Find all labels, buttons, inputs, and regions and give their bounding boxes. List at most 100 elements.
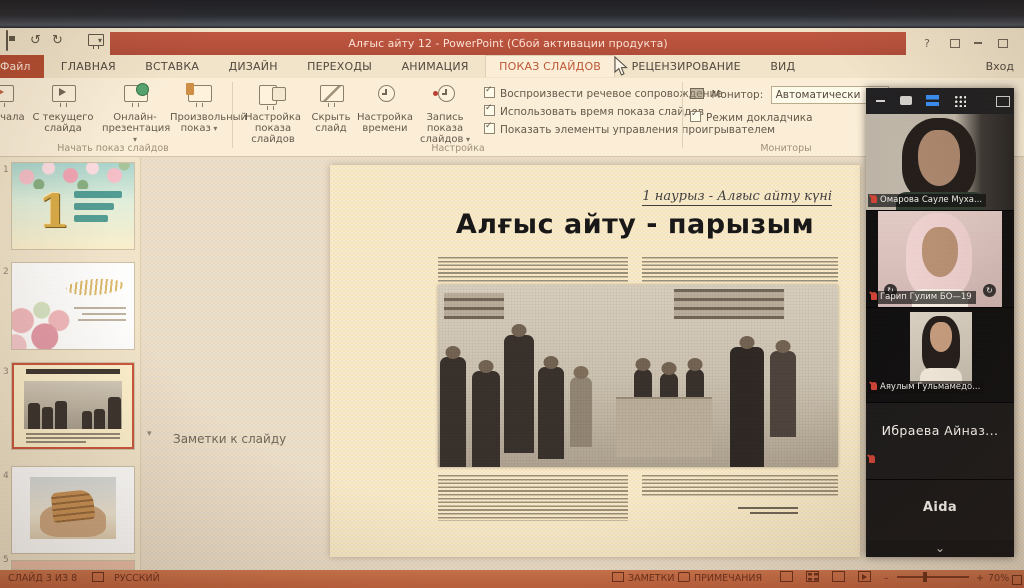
splitter-handle[interactable]: ▾ [147,429,152,439]
notes-icon [612,572,624,582]
online-presentation-button[interactable]: Онлайн-презентация [102,81,168,141]
comments-toggle[interactable]: ПРИМЕЧАНИЯ [678,570,762,588]
spellcheck-icon[interactable] [92,570,108,588]
customize-qat-icon[interactable]: ▾ [98,30,102,52]
thumbnail-slide-5-partial[interactable] [12,561,134,569]
zoom-out-button[interactable]: – [884,570,889,588]
ribbon-group-monitors: Монитор: Автоматически Режим докладчика … [686,78,886,156]
notes-toggle[interactable]: ЗАМЕТКИ [612,570,674,588]
wooden-plaque [51,489,96,523]
tab-transitions[interactable]: ПЕРЕХОДЫ [294,55,385,78]
article-column [438,257,628,283]
record-slideshow-button[interactable]: Запись показа слайдов [414,81,476,141]
zoom-slider-thumb[interactable] [923,572,927,582]
ribbon-display-options-button[interactable] [950,39,960,48]
record-slideshow-icon [430,83,460,109]
thumbnail-slide-2[interactable] [12,263,134,349]
rehearse-timings-icon [370,83,400,109]
participant-video [910,312,972,384]
save-icon[interactable] [6,30,8,51]
participant-tile[interactable]: Aida [866,480,1014,540]
speaker-view-icon[interactable] [900,96,912,105]
title-bar: Алғыс айту 12 - PowerPoint (Сбой активац… [110,32,906,55]
chevron-down-icon[interactable]: ⌄ [866,541,1014,555]
from-current-slide-button[interactable]: С текущего слайда [32,81,94,141]
undo-icon[interactable]: ↺ [30,30,41,52]
setup-slideshow-icon [258,83,288,109]
zoom-in-button[interactable]: + [976,570,984,588]
rehearse-timings-button[interactable]: Настройка времени [356,81,414,141]
thumbnail-slide-4[interactable] [12,467,134,553]
minimize-button[interactable] [974,42,982,44]
tab-home[interactable]: ГЛАВНАЯ [48,55,129,78]
view-buttons [775,570,876,588]
hide-slide-icon [316,83,346,109]
monitor-row: Монитор: Автоматически [690,86,889,104]
monitor-bezel [0,0,1024,28]
help-button[interactable]: ? [916,32,938,55]
title-line [74,203,114,210]
rotate-camera-icon[interactable]: ↻ [983,284,996,297]
participant-tile[interactable]: Аяулым Гульмамедо... [866,308,1014,403]
meeting-panel-header [866,88,1014,114]
text-line [74,307,126,309]
slide-number: 1 [3,165,9,175]
fit-to-window-button[interactable] [1012,575,1022,585]
gallery-view-icon[interactable] [926,95,939,106]
zoom-slider[interactable] [892,570,974,588]
reading-view-button[interactable] [832,571,845,582]
participant-tile[interactable]: Омарова Сауле Муха... [866,114,1014,211]
thumbnail-slide-1[interactable]: 1 [12,163,134,249]
ribbon-group-setup: Настройка показа слайдов Скрыть слайд На… [236,78,680,156]
status-bar: СЛАЙД 3 ИЗ 8 РУССКИЙ ЗАМЕТКИ ПРИМЕЧАНИЯ … [0,570,1024,588]
tab-slideshow[interactable]: ПОКАЗ СЛАЙДОВ [485,55,615,77]
tab-view[interactable]: ВИД [757,55,808,78]
notes-placeholder[interactable]: Заметки к слайду [173,432,286,446]
flowers-decoration [12,163,134,189]
from-beginning-button[interactable]: С начала [0,81,32,141]
normal-view-button[interactable] [780,571,793,582]
slide-sorter-view-button[interactable] [806,571,819,582]
custom-slideshow-button[interactable]: Произвольный показ [170,81,228,141]
language-indicator[interactable]: РУССКИЙ [114,570,160,588]
slideshow-view-button[interactable] [858,571,871,582]
sign-in-link[interactable]: Вход [986,55,1014,78]
checkbox-icon [484,105,495,116]
group-separator [232,82,233,148]
muted-mic-icon [871,195,877,203]
title-line [74,191,122,198]
popout-icon[interactable] [996,96,1010,107]
custom-slideshow-icon [184,83,214,109]
slideshow-icon [0,83,16,109]
slide-title: Алғыс айту - парызым [420,209,850,240]
tab-file[interactable]: Файл [0,55,44,78]
muted-mic-icon [871,382,877,390]
participant-name: Гарип Гулим БО—19 [868,291,976,304]
restore-button[interactable] [998,39,1008,48]
hide-slide-button[interactable]: Скрыть слайд [308,81,354,141]
zoom-level[interactable]: 70% [988,570,1009,588]
tab-design[interactable]: ДИЗАЙН [216,55,291,78]
thumbnail-slide-3-selected[interactable] [12,363,134,449]
ribbon-tab-bar: Файл ГЛАВНАЯ ВСТАВКА ДИЗАЙН ПЕРЕХОДЫ АНИ… [0,55,1024,78]
grid-view-icon[interactable] [954,95,966,107]
comments-icon [678,572,690,582]
setup-slideshow-button[interactable]: Настройка показа слайдов [240,81,306,141]
participant-tile[interactable]: ↻ ↻ Гарип Гулим БО—19 [866,211,1014,308]
slide-number: 5 [3,555,9,565]
minimize-icon[interactable] [876,100,885,102]
tab-review[interactable]: РЕЦЕНЗИРОВАНИЕ [619,55,754,78]
tab-insert[interactable]: ВСТАВКА [132,55,212,78]
muted-mic-icon [869,455,875,463]
participant-tile[interactable]: Ибраева Айназ... [866,403,1014,480]
slide-number: 3 [3,367,9,377]
slide-canvas[interactable]: 1 наурыз - Алғыс айту күні Алғыс айту - … [330,165,860,557]
tab-animations[interactable]: АНИМАЦИЯ [389,55,482,78]
meeting-panel: Омарова Сауле Муха... ↻ ↻ Гарип Гулим БО… [866,88,1014,557]
redo-icon[interactable]: ↻ [52,30,63,52]
participant-name: Омарова Сауле Муха... [868,194,986,207]
use-timings-checkbox[interactable]: Использовать время показа слайдов [484,104,704,118]
presenter-view-checkbox[interactable]: Режим докладчика [690,110,813,124]
online-presentation-icon [120,83,150,109]
article-column [438,475,628,521]
